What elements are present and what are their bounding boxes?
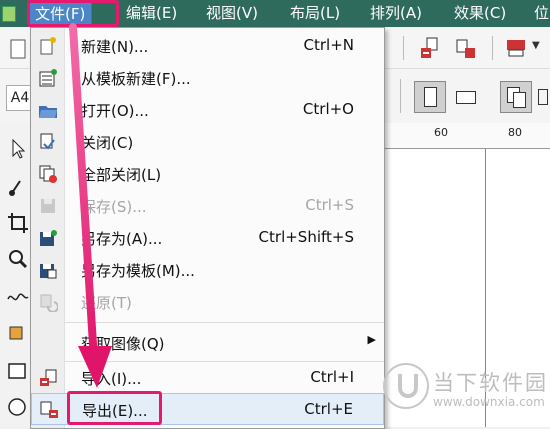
menu-item-close-all[interactable]: 全部关闭(L) [31, 158, 384, 190]
menu-layout[interactable]: 布局(L) [284, 0, 346, 27]
pick-tool-icon[interactable] [6, 137, 30, 161]
watermark-logo-icon [383, 363, 429, 409]
revert-icon [40, 294, 58, 312]
new-document-icon [40, 37, 56, 55]
menu-arrange[interactable]: 排列(A) [364, 0, 428, 27]
shape-tool-icon[interactable] [6, 175, 30, 199]
horizontal-ruler: 60 80 [378, 123, 550, 149]
toolbar-divider [492, 36, 493, 60]
menu-bitmaps[interactable]: 位 [528, 0, 550, 27]
ruler-label: 80 [508, 126, 522, 139]
highlight-box-export [67, 391, 162, 425]
ellipse-tool-icon[interactable] [6, 395, 30, 419]
menu-separator [65, 322, 384, 323]
menu-item-save-as-template[interactable]: 另存为模板(M)... [31, 254, 384, 286]
toolbar-divider [403, 36, 404, 60]
portrait-icon [424, 87, 437, 107]
toolbar-divider [400, 79, 401, 113]
freehand-tool-icon[interactable] [6, 285, 30, 309]
crop-tool-icon[interactable] [6, 211, 30, 235]
highlight-box-file-menu [27, 0, 119, 27]
zoom-tool-icon[interactable] [6, 247, 30, 271]
menu-item-close[interactable]: 关闭(C) [31, 126, 384, 158]
menu-edit[interactable]: 编辑(E) [120, 0, 183, 27]
publish-pdf-icon[interactable] [502, 35, 530, 63]
current-page-icon[interactable] [538, 89, 548, 105]
smart-fill-icon[interactable] [6, 321, 30, 345]
save-icon [41, 199, 55, 213]
new-from-template-icon [39, 69, 57, 87]
menu-item-new-from-template[interactable]: 从模板新建(F)... [31, 62, 384, 94]
app-icon [2, 6, 16, 22]
export-icon [40, 401, 58, 418]
watermark-title: 当下软件园 [433, 371, 548, 395]
watermark: 当下软件园 www.downxia.com [383, 363, 550, 427]
close-document-icon [40, 133, 55, 150]
menu-effects[interactable]: 效果(C) [448, 0, 512, 27]
open-folder-icon [39, 106, 57, 118]
export-icon[interactable] [452, 35, 480, 63]
menu-item-import[interactable]: 导入(I)... Ctrl+I [31, 362, 384, 394]
menu-item-new[interactable]: 新建(N)... Ctrl+N [31, 30, 384, 62]
import-icon[interactable] [416, 35, 444, 63]
watermark-url: www.downxia.com [433, 395, 545, 409]
menu-item-acquire-image[interactable]: 获取图像(Q) ▶ [31, 327, 384, 359]
menu-view[interactable]: 视图(V) [200, 0, 264, 27]
import-icon [40, 369, 57, 386]
save-as-icon [40, 230, 57, 246]
menu-item-save-as[interactable]: 另存为(A)... Ctrl+Shift+S [31, 222, 384, 254]
submenu-arrow-icon: ▶ [367, 333, 376, 346]
chevron-down-icon[interactable]: ▼ [532, 40, 540, 51]
close-all-icon [39, 165, 57, 183]
new-icon[interactable] [4, 35, 32, 63]
all-pages-button[interactable] [500, 81, 532, 113]
menu-item-revert[interactable]: 还原(T) [31, 286, 384, 318]
menu-item-open[interactable]: 打开(O)... Ctrl+O [31, 94, 384, 126]
ruler-label: 60 [434, 126, 448, 139]
landscape-icon [456, 91, 476, 104]
portrait-button[interactable] [414, 81, 446, 113]
rectangle-tool-icon[interactable] [6, 359, 30, 383]
file-menu-dropdown: 新建(N)... Ctrl+N 从模板新建(F)... 打开(O)... Ctr… [30, 27, 385, 429]
landscape-button[interactable] [450, 81, 482, 113]
menu-item-save[interactable]: 保存(S)... Ctrl+S [31, 190, 384, 222]
save-as-template-icon [40, 264, 57, 279]
